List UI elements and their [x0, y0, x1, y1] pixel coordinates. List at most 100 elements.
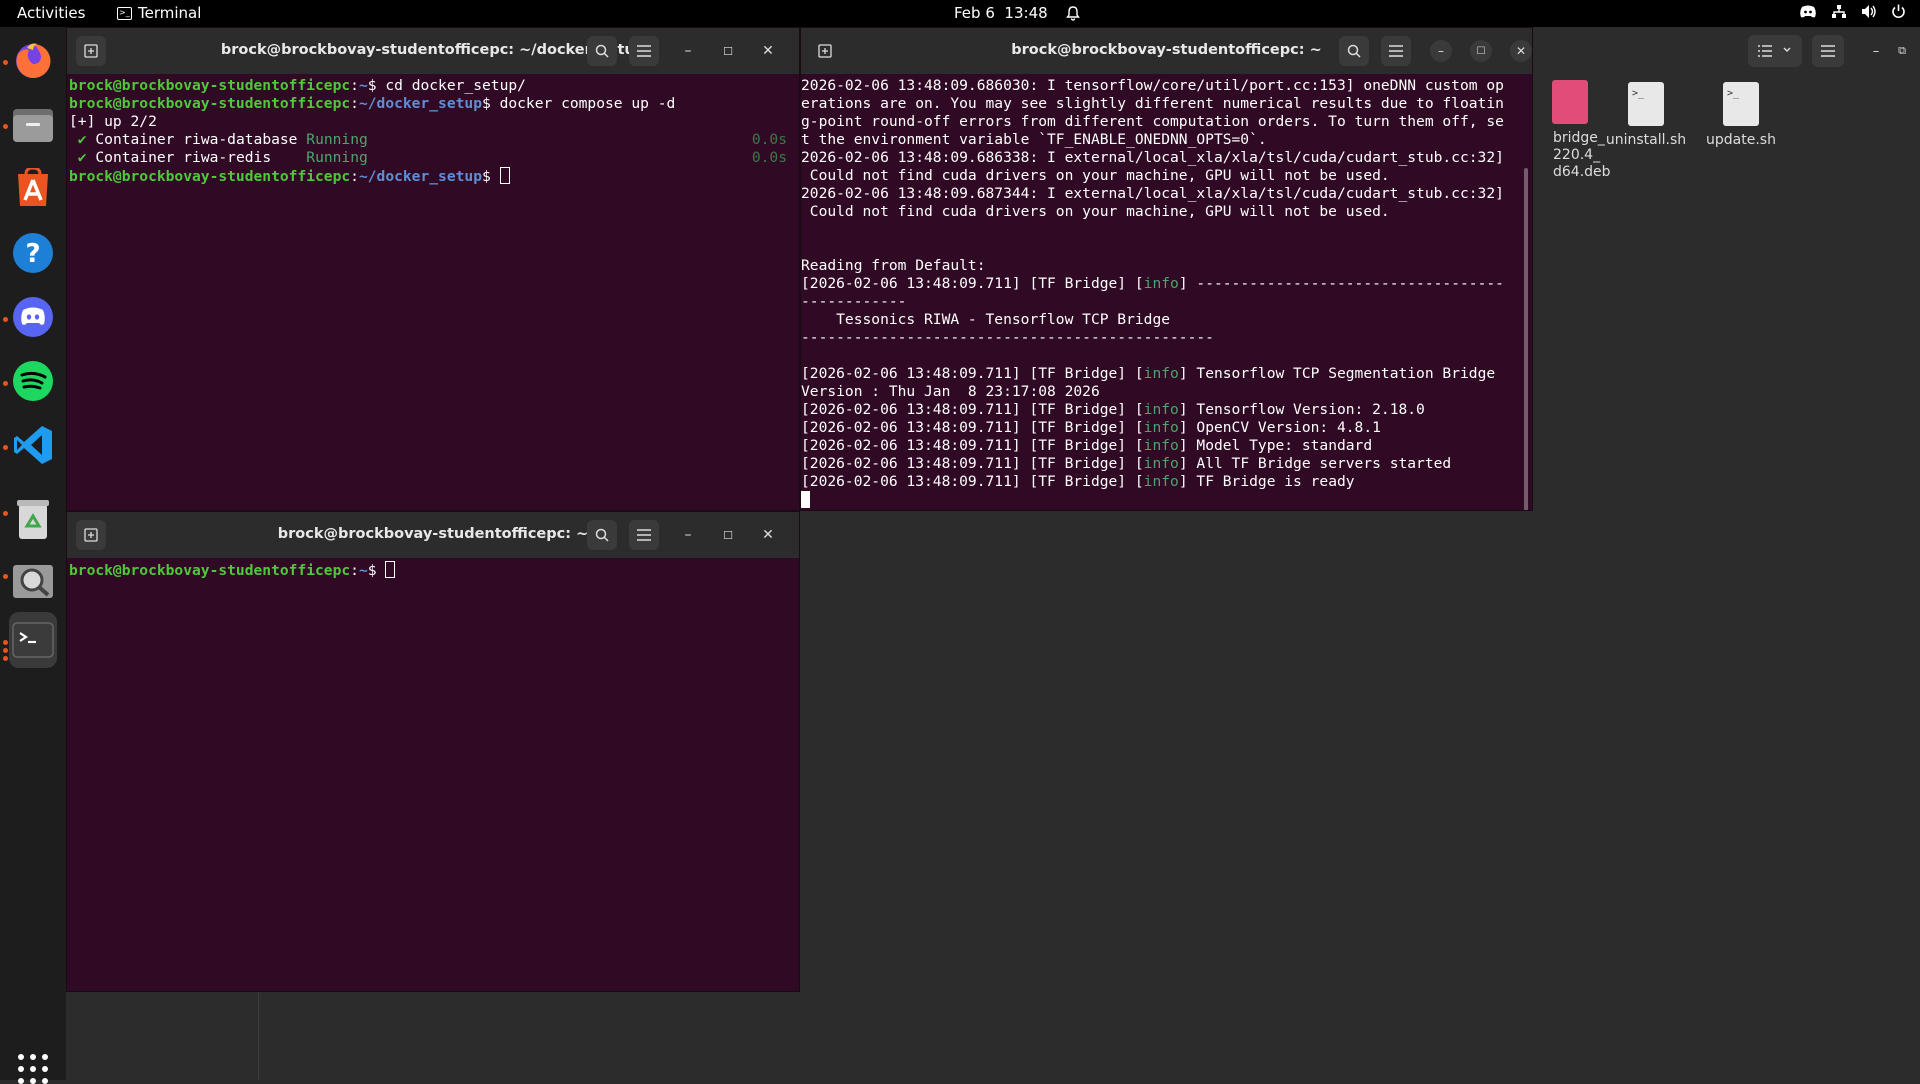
spotify-icon[interactable]: [9, 357, 57, 405]
terminal-icon[interactable]: [9, 612, 57, 668]
file-update[interactable]: >_ update.sh: [1696, 82, 1786, 148]
terminal-output[interactable]: brock@brockbovay-studentofficepc:~$: [67, 558, 799, 991]
cursor: [499, 167, 510, 184]
maximize-icon[interactable]: ☐: [713, 36, 743, 66]
network-icon[interactable]: [1831, 4, 1847, 19]
search-icon[interactable]: [587, 36, 617, 66]
hamburger-menu-icon[interactable]: [629, 520, 659, 550]
maximize-icon[interactable]: ☐: [713, 520, 743, 550]
list-view-icon: [1758, 45, 1772, 57]
terminal-titlebar[interactable]: brock@brockbovay-studentofficepc: ~/dock…: [67, 28, 799, 74]
app-name: Terminal: [138, 4, 202, 22]
vscode-icon[interactable]: [9, 421, 57, 469]
prompt-line: brock@brockbovay-studentofficepc:~$ cd d…: [69, 77, 526, 94]
search-icon[interactable]: [587, 520, 617, 550]
cursor: [385, 561, 396, 578]
restore-icon[interactable]: ⧉: [1890, 35, 1914, 67]
window-title: brock@brockbovay-studentofficepc: ~: [1011, 42, 1322, 58]
log-line: Version : Thu Jan 8 23:17:08 2026: [801, 383, 1100, 400]
terminal-output[interactable]: 2026-02-06 13:48:09.686030: I tensorflow…: [801, 74, 1532, 510]
hamburger-menu-icon[interactable]: [629, 36, 659, 66]
log-line: [2026-02-06 13:48:09.711] [TF Bridge] [i…: [801, 473, 1355, 490]
files-icon[interactable]: [9, 100, 57, 148]
volume-icon[interactable]: [1861, 4, 1877, 19]
app-menu[interactable]: >_ Terminal: [117, 4, 201, 22]
notification-bell-icon: [1065, 5, 1080, 21]
log-line: Tessonics RIWA - Tensorflow TCP Bridge: [801, 311, 1171, 328]
running-indicator: [3, 124, 8, 129]
running-indicator: [3, 317, 8, 322]
system-tray[interactable]: [1799, 4, 1906, 19]
dock: ?: [0, 27, 66, 1084]
minimize-icon[interactable]: –: [673, 520, 703, 550]
log-line: [2026-02-06 13:48:09.711] [TF Bridge] [i…: [801, 401, 1425, 418]
svg-text:?: ?: [25, 239, 40, 269]
menu-icon[interactable]: [1812, 35, 1844, 67]
script-icon: >_: [1628, 82, 1664, 126]
prompt-line: brock@brockbovay-studentofficepc:~/docke…: [69, 167, 797, 186]
log-line: 2026-02-06 13:48:09.687344: I external/l…: [801, 185, 1504, 202]
package-icon: [1552, 80, 1588, 124]
help-icon[interactable]: ?: [9, 229, 57, 277]
activities-button[interactable]: Activities: [17, 4, 85, 22]
image-viewer-icon[interactable]: [9, 557, 57, 605]
trash-icon[interactable]: [9, 495, 57, 543]
terminal-small-icon: >_: [117, 6, 132, 20]
date-time: Feb 6 13:48: [954, 4, 1048, 22]
clock[interactable]: Feb 6 13:48: [954, 4, 1080, 22]
close-icon[interactable]: ✕: [753, 520, 783, 550]
discord-icon[interactable]: [9, 293, 57, 341]
prompt-line: brock@brockbovay-studentofficepc:~/docke…: [69, 95, 676, 112]
top-bar: Activities >_ Terminal Feb 6 13:48: [0, 0, 1920, 27]
terminal-window-home[interactable]: brock@brockbovay-studentofficepc: ~ – ☐ …: [66, 511, 800, 992]
log-line: t the environment variable `TF_ENABLE_ON…: [801, 131, 1267, 148]
terminal-output[interactable]: brock@brockbovay-studentofficepc:~$ cd d…: [67, 74, 799, 510]
file-name-update: update.sh: [1706, 132, 1776, 148]
log-line: g-point round-off errors from different …: [801, 113, 1504, 130]
search-icon[interactable]: [1339, 36, 1369, 66]
minimize-icon[interactable]: –: [1864, 35, 1888, 67]
terminal-titlebar[interactable]: brock@brockbovay-studentofficepc: ~ – ☐ …: [67, 512, 799, 558]
container-row: ✔ Container riwa-redis Running 0.0s: [77, 149, 787, 166]
log-line: 2026-02-06 13:48:09.686030: I tensorflow…: [801, 77, 1504, 94]
file-name-uninstall: uninstall.sh: [1605, 132, 1687, 148]
sidebar-pane: [66, 993, 259, 1080]
minimize-icon[interactable]: –: [673, 36, 703, 66]
power-icon[interactable]: [1891, 4, 1906, 19]
log-line: 2026-02-06 13:48:09.686338: I external/l…: [801, 149, 1504, 166]
log-line: erations are on. You may see slightly di…: [801, 95, 1504, 112]
hamburger-menu-icon[interactable]: [1381, 36, 1411, 66]
view-options-button[interactable]: [1748, 35, 1802, 67]
running-indicator: [3, 648, 8, 653]
running-indicator: [3, 60, 8, 65]
maximize-icon[interactable]: ☐: [1470, 40, 1492, 62]
running-indicator: [3, 445, 8, 450]
running-indicator: [3, 640, 8, 645]
file-manager-header: – ⧉ ✕: [1528, 27, 1920, 73]
log-line: Could not find cuda drivers on your mach…: [801, 167, 1390, 184]
terminal-window-docker[interactable]: brock@brockbovay-studentofficepc: ~/dock…: [66, 27, 800, 511]
container-row: ✔ Container riwa-database Running 0.0s: [77, 131, 787, 148]
log-line: ------------: [801, 293, 907, 310]
log-line: Reading from Default:: [801, 257, 986, 274]
terminal-window-tfbridge[interactable]: brock@brockbovay-studentofficepc: ~ – ☐ …: [800, 27, 1533, 511]
software-icon[interactable]: [9, 164, 57, 212]
firefox-icon[interactable]: [9, 36, 57, 84]
close-icon[interactable]: ✕: [753, 36, 783, 66]
scrollbar[interactable]: [1524, 168, 1528, 510]
chevron-down-icon: [1783, 47, 1791, 52]
log-line: [2026-02-06 13:48:09.711] [TF Bridge] [i…: [801, 419, 1381, 436]
close-icon[interactable]: ✕: [1510, 40, 1532, 62]
log-line: Could not find cuda drivers on your mach…: [801, 203, 1390, 220]
terminal-titlebar[interactable]: brock@brockbovay-studentofficepc: ~ – ☐ …: [801, 28, 1532, 74]
minimize-icon[interactable]: –: [1430, 40, 1452, 62]
close-icon[interactable]: ✕: [1916, 35, 1920, 67]
running-indicator: [3, 574, 8, 579]
cursor: [801, 491, 810, 508]
file-uninstall[interactable]: >_ uninstall.sh: [1601, 82, 1691, 148]
running-indicator: [3, 381, 8, 386]
compose-status: [+] up 2/2: [69, 113, 157, 130]
discord-tray-icon[interactable]: [1799, 5, 1817, 19]
